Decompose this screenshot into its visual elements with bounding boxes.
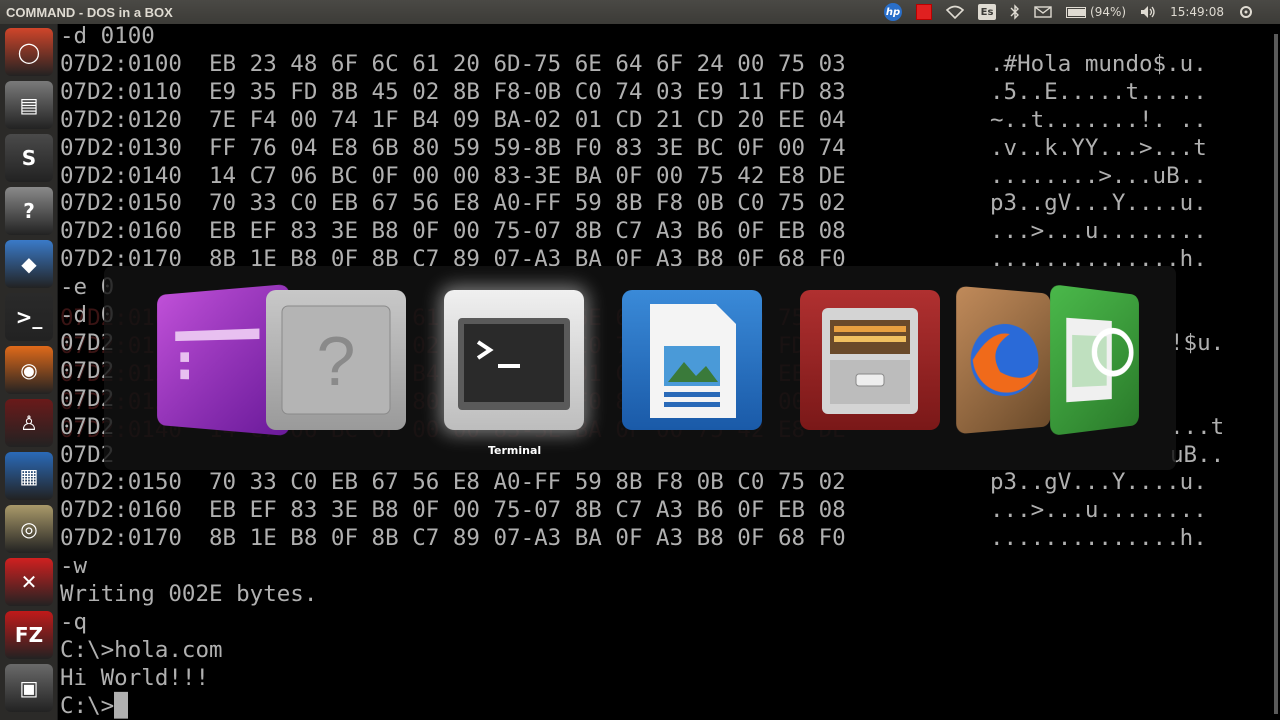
wine-glyph: ♙ bbox=[20, 411, 38, 435]
filezilla-glyph: FZ bbox=[14, 623, 44, 647]
top-panel: COMMAND - DOS in a BOX hp Es (94%) 15:49… bbox=[0, 0, 1280, 24]
libreoffice-writer-glyph: ▦ bbox=[19, 464, 39, 488]
terminal-ascii-column: p3..gV...Y....u. bbox=[990, 469, 1207, 496]
terminal-line: 07D2:0120 7E F4 00 74 1F B4 09 BA-02 01 … bbox=[60, 106, 846, 133]
filezilla-icon[interactable]: FZ bbox=[5, 611, 53, 659]
help-glyph: ? bbox=[23, 199, 35, 223]
terminal-line: -d 0100 bbox=[60, 24, 155, 49]
terminal-ascii-column: !$u. bbox=[1170, 329, 1225, 356]
hp-icon[interactable]: hp bbox=[884, 3, 903, 21]
xmind-icon[interactable]: ✕ bbox=[5, 558, 53, 606]
indicator-area: hp Es (94%) 15:49:08 bbox=[884, 3, 1280, 21]
terminal-icon[interactable]: >_ bbox=[5, 293, 53, 341]
svg-text:?: ? bbox=[317, 322, 356, 400]
app-switcher-item-libreoffice-writer-icon[interactable] bbox=[622, 290, 762, 430]
clock[interactable]: 15:49:08 bbox=[1170, 3, 1224, 21]
firefox-glyph: ◉ bbox=[20, 358, 38, 382]
terminal-line: C:\>█ bbox=[60, 692, 128, 719]
system-icon[interactable]: ▣ bbox=[5, 664, 53, 712]
terminal-line: Hi World!!! bbox=[60, 664, 210, 691]
terminal-ascii-column: .#Hola mundo$.u. bbox=[990, 50, 1207, 77]
terminal-line: 07D2:0140 14 C7 06 BC 0F 00 00 83-3E BA … bbox=[60, 162, 846, 189]
battery-level-fill bbox=[1068, 8, 1085, 16]
terminal-line: 07D2:0110 E9 35 FD 8B 45 02 8B F8-0B C0 … bbox=[60, 78, 846, 105]
terminal-line: 07D2:0160 EB EF 83 3E B8 0F 00 75-07 8B … bbox=[60, 218, 846, 245]
terminal-ascii-column: ...>...u........ bbox=[990, 497, 1207, 524]
files-glyph: ▤ bbox=[19, 93, 39, 117]
app-switcher: ? Terminal bbox=[104, 266, 1176, 470]
power-gear-icon[interactable] bbox=[1238, 3, 1254, 21]
terminal-ascii-column: ...>...u........ bbox=[990, 218, 1207, 245]
app-switcher-item-files-icon[interactable] bbox=[800, 290, 940, 430]
virtualbox-icon[interactable]: ◆ bbox=[5, 240, 53, 288]
terminal-ascii-column: .v..k.YY...>...t bbox=[990, 134, 1207, 161]
terminal-ascii-column: ~..t.......!. .. bbox=[990, 106, 1207, 133]
terminal-glyph: >_ bbox=[15, 305, 43, 329]
terminal-line: -q bbox=[60, 608, 88, 635]
xmind-glyph: ✕ bbox=[20, 570, 38, 594]
mail-icon[interactable] bbox=[1034, 3, 1052, 21]
files-icon[interactable]: ▤ bbox=[5, 81, 53, 129]
image-viewer-glyph: ◎ bbox=[20, 517, 38, 541]
terminal-ascii-column: uB.. bbox=[1170, 441, 1225, 468]
terminal-line: 07D2:0170 8B 1E B8 0F 8B C7 89 07-A3 BA … bbox=[60, 525, 846, 552]
app-switcher-item-terminal-icon[interactable] bbox=[444, 290, 584, 430]
terminal-line: 07D2:0130 FF 76 04 E8 6B 80 59 59-8B F0 … bbox=[60, 134, 846, 161]
app-switcher-item-libreoffice-calc-icon[interactable] bbox=[1050, 284, 1139, 436]
libreoffice-writer-icon[interactable]: ▦ bbox=[5, 452, 53, 500]
firefox-icon[interactable]: ◉ bbox=[5, 346, 53, 394]
app-switcher-item-firefox-icon[interactable] bbox=[956, 285, 1051, 435]
terminal-line: 07D2:0150 70 33 C0 EB 67 56 E8 A0-FF 59 … bbox=[60, 190, 846, 217]
help-icon[interactable]: ? bbox=[5, 187, 53, 235]
terminal-ascii-column: .5..E.....t..... bbox=[990, 78, 1207, 105]
battery-indicator[interactable]: (94%) bbox=[1066, 3, 1126, 21]
red-app-icon[interactable] bbox=[916, 4, 933, 20]
terminal-scrollbar[interactable] bbox=[1274, 34, 1278, 714]
wine-icon[interactable]: ♙ bbox=[5, 399, 53, 447]
sublime-text-icon[interactable]: S bbox=[5, 134, 53, 182]
system-glyph: ▣ bbox=[19, 676, 39, 700]
keyboard-layout-icon[interactable]: Es bbox=[978, 4, 997, 20]
terminal-ascii-column: p3..gV...Y....u. bbox=[990, 190, 1207, 217]
app-switcher-item-help-icon[interactable]: ? bbox=[266, 290, 406, 430]
network-icon[interactable] bbox=[946, 3, 965, 21]
window-title: COMMAND - DOS in a BOX bbox=[6, 4, 173, 20]
ubuntu-logo-icon[interactable]: ◯ bbox=[5, 28, 53, 76]
terminal-ascii-column: ........>...uB.. bbox=[990, 162, 1207, 189]
image-viewer-icon[interactable]: ◎ bbox=[5, 505, 53, 553]
terminal-line: C:\>hola.com bbox=[60, 636, 223, 663]
terminal-ascii-column: ..............h. bbox=[990, 525, 1207, 552]
bluetooth-icon[interactable] bbox=[1010, 3, 1020, 21]
battery-icon bbox=[1066, 6, 1087, 18]
terminal-line: 07D2:0160 EB EF 83 3E B8 0F 00 75-07 8B … bbox=[60, 497, 846, 524]
volume-icon[interactable] bbox=[1140, 3, 1156, 21]
terminal-line: Writing 002E bytes. bbox=[60, 581, 318, 607]
terminal-line: 07D2:0100 EB 23 48 6F 6C 61 20 6D-75 6E … bbox=[60, 50, 846, 77]
ubuntu-logo-glyph: ◯ bbox=[17, 40, 41, 64]
terminal-line: -w bbox=[60, 553, 88, 580]
launcher: ◯ ▤ S? ◆ >_ ◉ ♙ ▦ ◎ ✕ FZ ▣ bbox=[0, 24, 58, 720]
virtualbox-glyph: ◆ bbox=[21, 252, 37, 276]
terminal-ascii-column: ...t bbox=[1170, 413, 1225, 440]
sublime-text-glyph: S bbox=[21, 146, 37, 170]
battery-percent: (94%) bbox=[1090, 5, 1127, 19]
terminal-line: 07D2:0150 70 33 C0 EB 67 56 E8 A0-FF 59 … bbox=[60, 469, 846, 496]
app-switcher-selected-label: Terminal bbox=[488, 444, 542, 457]
